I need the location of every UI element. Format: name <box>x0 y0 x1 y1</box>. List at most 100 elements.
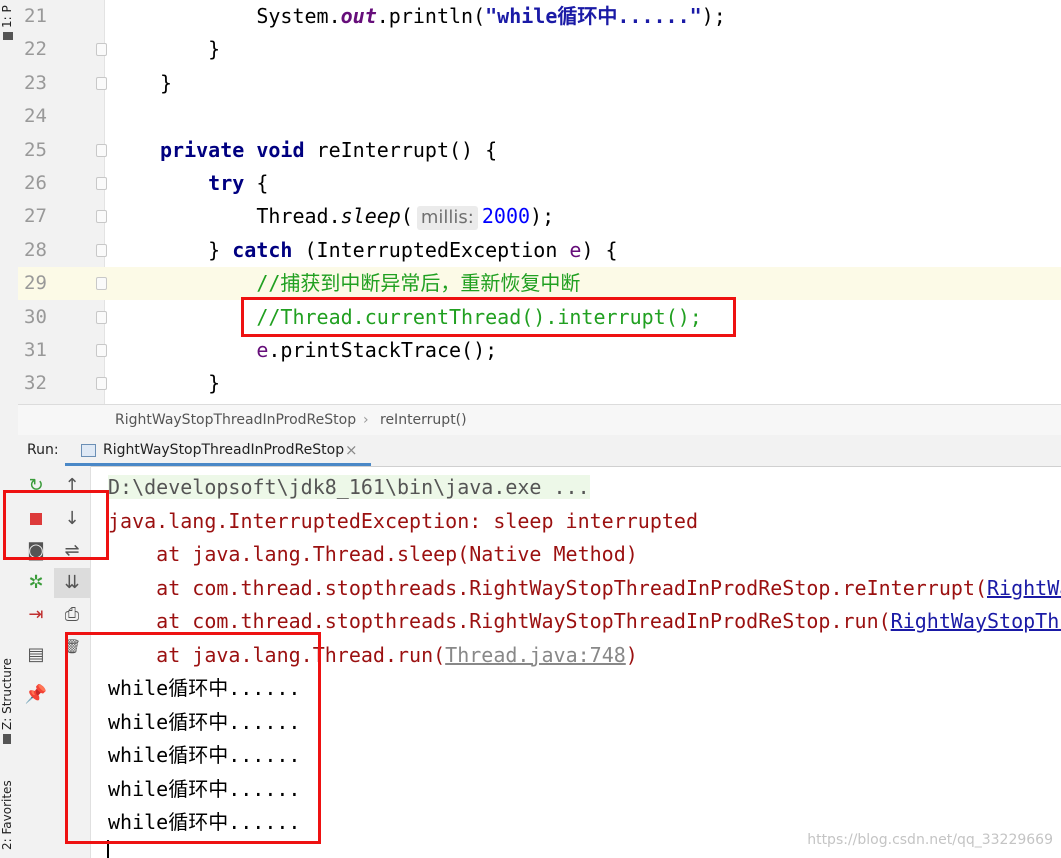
fold-marker-icon[interactable] <box>96 277 107 291</box>
code-line[interactable]: 32 } <box>18 367 1061 400</box>
console-text: D:\developsoft\jdk8_161\bin\java.exe ... <box>108 475 590 499</box>
stacktrace-link[interactable]: RightWayStopThreadInProdReStop.java:20 <box>891 609 1061 633</box>
run-tool-header: Run: RightWayStopThreadInProdReStop × <box>18 435 1061 467</box>
code-text: } <box>160 367 220 400</box>
line-number: 29 <box>24 272 47 295</box>
watermark: https://blog.csdn.net/qq_33229669 <box>807 832 1053 848</box>
code-editor[interactable]: 21 System.out.println("while循环中......");… <box>18 0 1061 404</box>
fold-marker-icon[interactable] <box>96 76 107 90</box>
fold-marker-icon[interactable] <box>96 377 107 391</box>
stacktrace-link[interactable]: RightWayStopThreadInProdReStop.java:28 <box>987 576 1061 600</box>
console-line: at com.thread.stopthreads.RightWayStopTh… <box>108 571 1061 605</box>
code-token: reInterrupt() { <box>316 137 498 162</box>
line-number: 26 <box>24 172 47 194</box>
console-text: at com.thread.stopthreads.RightWayStopTh… <box>108 575 987 600</box>
line-number: 27 <box>24 205 47 228</box>
code-line[interactable]: 31 e.printStackTrace(); <box>18 334 1061 367</box>
layout-icon[interactable]: ▤ <box>18 640 54 670</box>
code-text: } <box>160 67 172 100</box>
code-token: } <box>160 237 233 262</box>
code-line[interactable]: 22 } <box>18 33 1061 66</box>
code-line[interactable]: 27 Thread.sleep(millis: 2000); <box>18 200 1061 233</box>
run-config-icon <box>81 444 96 457</box>
fold-marker-icon[interactable] <box>96 344 107 357</box>
code-token: ( <box>400 204 413 229</box>
console-line: D:\developsoft\jdk8_161\bin\java.exe ... <box>108 470 590 504</box>
code-line[interactable]: 26 try { <box>18 167 1061 200</box>
breadcrumb-class[interactable]: RightWayStopThreadInProdReStop <box>115 405 356 435</box>
code-token: ); <box>530 204 555 229</box>
code-token: .println( <box>376 4 486 28</box>
pin-icon[interactable]: 📌 <box>18 680 54 710</box>
code-line[interactable]: 24 <box>18 100 1061 133</box>
settings-icon[interactable]: ✲ <box>18 568 54 598</box>
code-text: private void reInterrupt() { <box>160 134 497 167</box>
code-line[interactable]: 21 System.out.println("while循环中......"); <box>18 0 1061 33</box>
code-token: .printStackTrace(); <box>268 338 498 362</box>
project-icon[interactable] <box>3 32 13 40</box>
code-line[interactable]: 25 private void reInterrupt() { <box>18 134 1061 167</box>
print-icon[interactable]: ⎙ <box>54 600 90 630</box>
code-token: try <box>160 171 257 195</box>
code-line[interactable]: 28 } catch (InterruptedException e) { <box>18 234 1061 267</box>
line-number: 21 <box>24 5 47 27</box>
stacktrace-link[interactable]: Thread.java:748 <box>445 643 626 667</box>
project-tool-label[interactable]: 1: P <box>0 0 18 28</box>
console-text: at com.thread.stopthreads.RightWayStopTh… <box>108 609 891 633</box>
code-token: catch <box>232 237 305 262</box>
annotation-box-interrupt-line <box>241 297 736 337</box>
code-text: //捕获到中断异常后，重新恢复中断 <box>160 267 580 300</box>
fold-marker-icon[interactable] <box>96 43 107 57</box>
scroll-to-end-icon[interactable]: ⇊ <box>54 568 90 598</box>
code-token: sleep <box>340 204 401 229</box>
code-token: ) { <box>581 237 618 262</box>
line-number: 28 <box>24 238 47 261</box>
code-token: } <box>160 371 221 396</box>
code-token: private void <box>160 137 317 162</box>
run-tab[interactable]: RightWayStopThreadInProdReStop × <box>65 435 371 466</box>
run-tab-label: RightWayStopThreadInProdReStop <box>103 442 345 458</box>
code-token: } <box>160 70 173 95</box>
code-token: } <box>160 37 221 62</box>
exit-icon[interactable]: ⇥ <box>18 600 54 630</box>
code-token: 2000 <box>481 204 531 229</box>
code-text: try { <box>160 167 268 200</box>
annotation-box-loop-output <box>65 632 321 844</box>
left-tool-strip: 1: P Z: Structure 2: Favorites <box>0 0 19 858</box>
fold-marker-icon[interactable] <box>96 177 107 190</box>
line-number: 30 <box>24 305 47 328</box>
line-number: 23 <box>24 71 47 94</box>
line-number: 31 <box>24 339 47 361</box>
fold-marker-icon[interactable] <box>96 210 107 224</box>
breadcrumb-separator: › <box>363 412 369 428</box>
code-token: { <box>256 171 269 195</box>
code-token: "while循环中......" <box>485 4 702 28</box>
code-text: Thread.sleep(millis: 2000); <box>160 200 554 233</box>
code-token: //捕获到中断异常后，重新恢复中断 <box>160 271 581 296</box>
run-label: Run: <box>27 442 59 458</box>
code-token: (InterruptedException <box>304 237 570 262</box>
code-line[interactable]: 23} <box>18 67 1061 100</box>
console-text: ) <box>625 642 638 667</box>
breadcrumb-method[interactable]: reInterrupt() <box>380 405 467 435</box>
code-text: } <box>160 33 220 66</box>
line-number: 25 <box>24 138 47 161</box>
console-text: java.lang.InterruptedException: sleep in… <box>108 508 699 533</box>
console-line: at java.lang.Thread.sleep(Native Method) <box>108 537 638 571</box>
code-token: e <box>256 338 269 362</box>
fold-marker-icon[interactable] <box>96 143 107 157</box>
close-tab-icon[interactable]: × <box>345 435 358 466</box>
annotation-box-stop-button <box>3 490 109 560</box>
code-line[interactable]: 29 //捕获到中断异常后，重新恢复中断 <box>18 267 1061 301</box>
favorites-tool-label[interactable]: 2: Favorites <box>0 770 18 850</box>
fold-marker-icon[interactable] <box>96 310 107 324</box>
line-number: 22 <box>24 38 47 61</box>
structure-icon[interactable] <box>3 734 11 744</box>
fold-marker-icon[interactable] <box>96 243 107 257</box>
code-text: } catch (InterruptedException e) { <box>160 234 618 267</box>
code-token: e <box>569 237 582 262</box>
structure-tool-label[interactable]: Z: Structure <box>0 650 18 730</box>
line-number: 24 <box>24 105 47 128</box>
code-token: out <box>340 4 377 28</box>
line-number: 32 <box>24 372 47 395</box>
